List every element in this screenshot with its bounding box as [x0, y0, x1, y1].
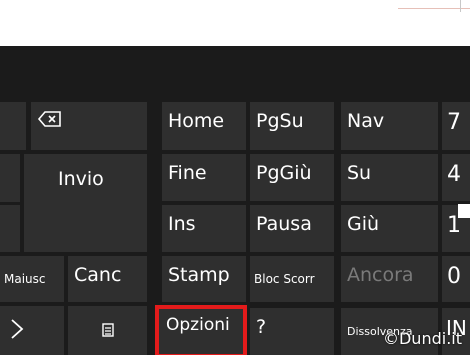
key-up-label: Su	[347, 162, 372, 184]
key-pause-label: Pausa	[256, 213, 312, 235]
top-edge-tick	[460, 0, 461, 12]
key-pgup-label: PgSu	[256, 110, 304, 132]
key-help-label: ?	[256, 316, 267, 338]
key-end-label: Fine	[168, 162, 207, 184]
key-partial-row3[interactable]	[0, 205, 20, 252]
key-print-screen[interactable]: Stamp	[162, 256, 246, 302]
key-pause[interactable]: Pausa	[250, 205, 334, 252]
key-backspace[interactable]	[31, 102, 147, 150]
key-home-label: Home	[168, 110, 225, 132]
scroll-notch	[458, 204, 470, 218]
key-numpad-4[interactable]: 4	[442, 154, 470, 201]
key-print-screen-label: Stamp	[168, 264, 230, 286]
key-enter[interactable]: Invio	[24, 154, 147, 252]
key-nav-label: Nav	[347, 110, 385, 132]
key-numpad-0-label: 0	[447, 264, 461, 289]
key-delete[interactable]: Canc	[68, 256, 147, 302]
context-menu-icon	[102, 323, 114, 337]
key-options[interactable]: Opzioni	[155, 305, 247, 355]
key-home[interactable]: Home	[162, 102, 246, 150]
key-pgup[interactable]: PgSu	[250, 102, 334, 150]
key-partial-row1[interactable]	[0, 102, 26, 150]
key-scroll-lock[interactable]: Bloc Scorr	[250, 256, 334, 302]
key-dock[interactable]: Ancora	[341, 256, 438, 302]
on-screen-keyboard: Invio Maiusc Canc Home PgSu Fine PgGiù I…	[0, 46, 470, 355]
key-shift[interactable]: Maiusc	[0, 256, 64, 302]
key-down[interactable]: Giù	[341, 205, 438, 252]
key-numpad-7-label: 7	[447, 110, 461, 135]
key-nav[interactable]: Nav	[341, 102, 438, 150]
key-up[interactable]: Su	[341, 154, 438, 201]
key-insert[interactable]: Ins	[162, 205, 246, 252]
key-numpad-1-label: 1	[447, 213, 461, 238]
key-dock-label: Ancora	[347, 264, 414, 286]
backspace-icon	[37, 111, 61, 127]
key-options-label: Opzioni	[166, 315, 230, 335]
key-delete-label: Canc	[74, 264, 122, 286]
watermark: ©Dundi.it	[382, 329, 462, 348]
key-end[interactable]: Fine	[162, 154, 246, 201]
key-pgdn-label: PgGiù	[256, 162, 312, 184]
key-down-label: Giù	[347, 213, 380, 235]
key-shift-label: Maiusc	[4, 272, 46, 286]
key-pgdn[interactable]: PgGiù	[250, 154, 334, 201]
window-top-area	[0, 0, 470, 46]
key-numpad-4-label: 4	[447, 162, 461, 187]
key-context-menu[interactable]	[68, 306, 147, 355]
chevron-right-icon	[11, 319, 24, 339]
key-numpad-7[interactable]: 7	[442, 102, 470, 150]
key-numpad-0[interactable]: 0	[442, 256, 470, 302]
key-partial-row2[interactable]	[0, 154, 20, 202]
key-help[interactable]: ?	[250, 308, 334, 355]
key-enter-label: Invio	[58, 168, 104, 190]
key-insert-label: Ins	[168, 213, 196, 235]
key-right-arrow[interactable]	[0, 306, 64, 355]
key-scroll-lock-label: Bloc Scorr	[254, 272, 315, 286]
